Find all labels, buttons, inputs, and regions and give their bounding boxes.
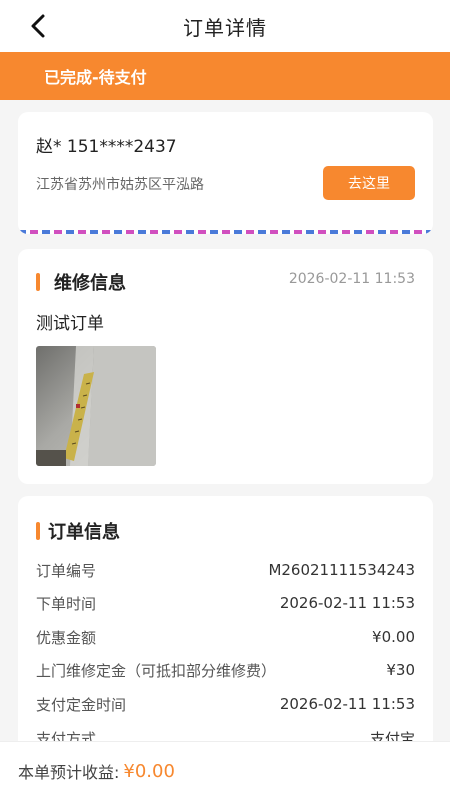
order-section-title: 订单信息 xyxy=(48,522,120,543)
chevron-left-icon[interactable] xyxy=(26,13,52,39)
row-value: 2026-02-11 11:53 xyxy=(279,594,415,612)
repair-info-card: 维修信息 2026-02-11 11:53 测试订单 xyxy=(18,249,433,484)
row-value: M26021111534243 xyxy=(268,561,415,579)
earnings-amount: ¥0.00 xyxy=(123,760,175,782)
contact-address: 江苏省苏州市姑苏区平泓路 xyxy=(36,177,204,193)
earnings-footer: 本单预计收益: ¥0.00 xyxy=(0,741,450,800)
order-row-discount: 优惠金额 ¥0.00 xyxy=(36,626,415,648)
earnings-label: 本单预计收益: xyxy=(18,763,120,782)
order-row-number: 订单编号 M26021111534243 xyxy=(36,559,415,581)
repair-description: 测试订单 xyxy=(36,314,104,334)
section-accent-bar xyxy=(36,273,40,291)
row-label: 订单编号 xyxy=(36,561,97,580)
order-section-header: 订单信息 xyxy=(36,518,120,544)
order-row-deposit-time: 支付定金时间 2026-02-11 11:53 xyxy=(36,693,415,715)
repair-section-title: 维修信息 xyxy=(54,273,126,294)
row-label: 上门维修定金（可抵扣部分维修费） xyxy=(36,661,277,680)
row-label: 优惠金额 xyxy=(36,628,97,647)
order-row-deposit: 上门维修定金（可抵扣部分维修费） ¥30 xyxy=(36,659,415,681)
order-row-created: 下单时间 2026-02-11 11:53 xyxy=(36,592,415,614)
row-label: 下单时间 xyxy=(36,594,97,613)
contact-name-phone: 赵* 151****2437 xyxy=(36,137,177,157)
section-accent-bar xyxy=(36,522,40,540)
repair-time: 2026-02-11 11:53 xyxy=(288,271,415,287)
row-value: ¥0.00 xyxy=(372,628,415,646)
row-value: 2026-02-11 11:53 xyxy=(279,695,415,713)
repair-photo[interactable] xyxy=(36,346,156,466)
order-info-card: 订单信息 订单编号 M26021111534243 下单时间 2026-02-1… xyxy=(18,496,433,756)
order-status-banner: 已完成-待支付 xyxy=(0,52,450,100)
nav-bar: 订单详情 xyxy=(0,0,450,52)
repair-section-header: 维修信息 xyxy=(36,269,126,295)
order-status-text: 已完成-待支付 xyxy=(44,68,147,87)
row-label: 支付定金时间 xyxy=(36,695,127,714)
row-value: ¥30 xyxy=(386,661,415,679)
navigate-button[interactable]: 去这里 xyxy=(323,166,415,200)
page-title: 订单详情 xyxy=(183,15,267,40)
contact-card: 赵* 151****2437 江苏省苏州市姑苏区平泓路 去这里 xyxy=(18,112,433,234)
airmail-border-divider xyxy=(18,230,433,234)
